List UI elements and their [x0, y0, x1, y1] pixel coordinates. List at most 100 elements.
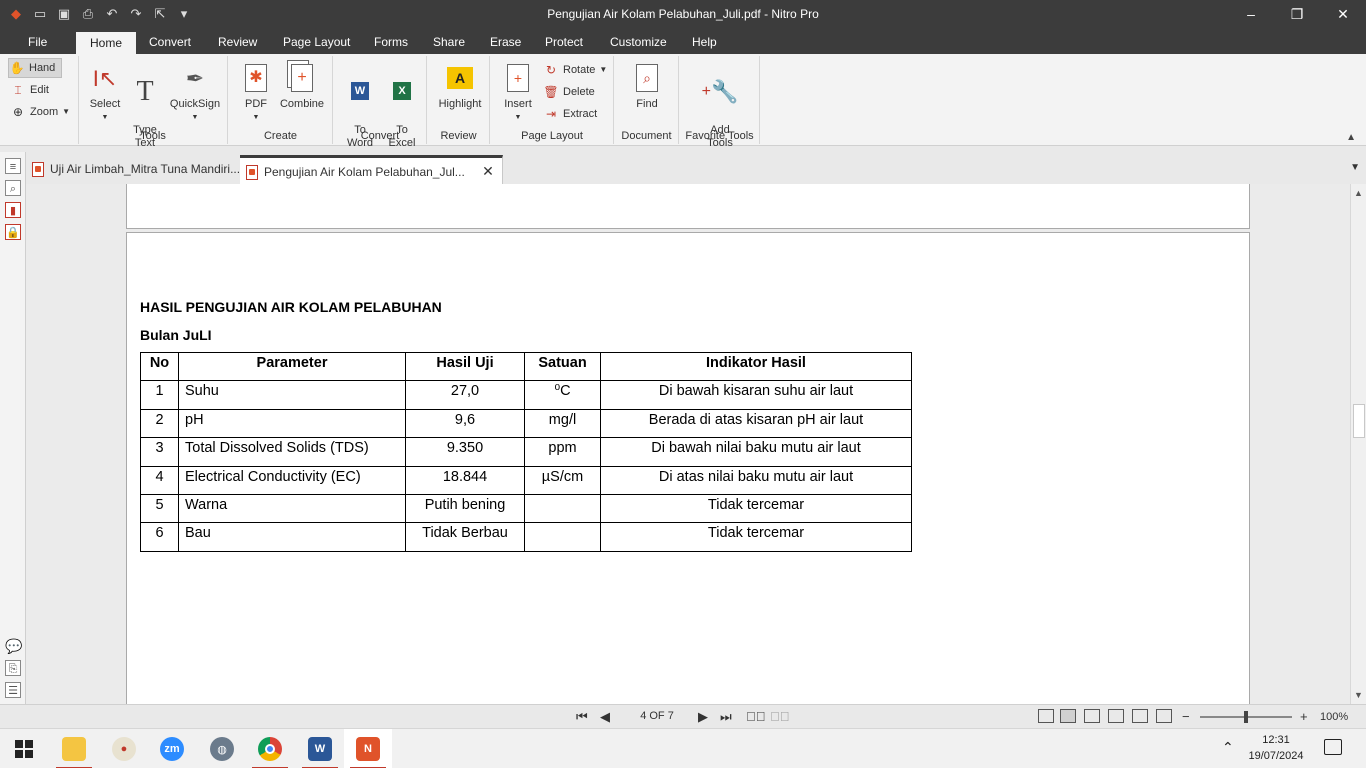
pdf-button[interactable]: ✱ PDF ▼ [237, 62, 275, 124]
tab-convert[interactable]: Convert [139, 30, 201, 54]
delete-button[interactable]: 🗑 Delete [543, 82, 594, 102]
bookmarks-panel-icon[interactable]: ▮ [5, 202, 21, 218]
taskbar-app[interactable]: ◍ [198, 729, 246, 768]
to-excel-button[interactable]: X To Excel [382, 62, 422, 163]
page-layout-group-label: Page Layout [521, 130, 583, 142]
highlight-label: Highlight [438, 98, 482, 110]
cell-hasil-uji: 9,6 [405, 408, 525, 439]
notification-center-icon[interactable] [1324, 739, 1342, 755]
first-page-icon[interactable]: ⏮ [576, 709, 588, 725]
cell-indikator: Di bawah kisaran suhu air laut [600, 380, 912, 410]
rotate-button[interactable]: ↻ Rotate ▼ [543, 60, 607, 80]
doc-tab-label: Pengujian Air Kolam Pelabuhan_Jul... [264, 165, 465, 179]
type-text-icon: T [136, 75, 154, 107]
tab-help[interactable]: Help [682, 30, 727, 54]
security-panel-icon[interactable]: 🔒 [5, 224, 21, 240]
attachments-panel-icon[interactable]: ⎘ [5, 660, 21, 676]
cell-parameter: Electrical Conductivity (EC) [178, 465, 406, 495]
zoom-out-icon[interactable]: − [1182, 709, 1190, 724]
favorite-tools-group: + 🔧 Add Tools Favorite Tools [680, 56, 760, 149]
start-button[interactable] [0, 729, 48, 768]
close-icon[interactable]: ✕ [1320, 0, 1366, 30]
select-button[interactable]: I↖ Select ▼ [85, 62, 125, 124]
insert-button[interactable]: + Insert ▼ [497, 62, 539, 124]
zoom-level[interactable]: 100% [1320, 711, 1348, 723]
restore-icon[interactable]: ❐ [1274, 0, 1320, 30]
fit-width-icon[interactable] [1132, 709, 1148, 723]
tab-share[interactable]: Share [423, 30, 475, 54]
back-view-icon[interactable]: ◀⃝ [746, 709, 766, 724]
document-view[interactable]: HASIL PENGUJIAN AIR KOLAM PELABUHAN Bula… [26, 184, 1350, 704]
tab-customize[interactable]: Customize [600, 30, 677, 54]
doc-tab-label: Uji Air Limbah_Mitra Tuna Mandiri... [50, 162, 241, 176]
hand-button[interactable]: ✋ Hand [8, 58, 62, 78]
tab-protect[interactable]: Protect [535, 30, 593, 54]
taskbar-zoom[interactable]: zm [148, 729, 196, 768]
doc-tab-uji-air-limbah[interactable]: Uji Air Limbah_Mitra Tuna Mandiri... [26, 155, 250, 184]
tab-page-layout[interactable]: Page Layout [273, 30, 360, 54]
zoom-slider-thumb[interactable] [1244, 711, 1248, 723]
highlight-icon: A [444, 62, 476, 94]
vertical-scrollbar[interactable]: ▲ ▼ [1350, 184, 1366, 704]
tab-forms[interactable]: Forms [364, 30, 418, 54]
taskbar-chrome[interactable] [246, 729, 294, 768]
collapse-ribbon-icon[interactable]: ▲ [1346, 132, 1356, 143]
header-hasil-uji: Hasil Uji [405, 351, 525, 382]
taskbar-paint[interactable]: ● [100, 729, 148, 768]
continuous-facing-view-icon[interactable] [1108, 709, 1124, 723]
taskbar-file-explorer[interactable] [50, 729, 98, 768]
show-hidden-icons[interactable]: ⌃ [1222, 739, 1234, 756]
single-page-view-icon[interactable] [1038, 709, 1054, 723]
system-clock[interactable]: 12:31 19/07/2024 [1240, 732, 1312, 764]
pdf-label: PDF [245, 98, 267, 110]
cell-hasil-uji: 9.350 [405, 437, 525, 467]
taskbar-nitro-pro[interactable]: N [344, 729, 392, 768]
windows-logo-icon [15, 740, 33, 758]
chrome-icon [258, 737, 282, 761]
last-page-icon[interactable]: ⏭ [720, 709, 732, 725]
continuous-view-icon[interactable] [1060, 709, 1076, 723]
tab-home[interactable]: Home [76, 32, 137, 54]
tab-file[interactable]: File [18, 30, 57, 54]
results-table: No Parameter Hasil Uji Satuan Indikator … [140, 351, 912, 552]
extract-label: Extract [563, 108, 598, 120]
add-tools-icon: + 🔧 [701, 78, 739, 104]
taskbar-word[interactable]: W [296, 729, 344, 768]
zoom-in-icon[interactable]: + [1300, 709, 1308, 724]
cell-indikator: Tidak tercemar [600, 493, 912, 524]
highlight-button[interactable]: A Highlight [432, 62, 488, 111]
forward-view-icon[interactable]: ▶⃝ [770, 709, 790, 724]
fit-page-icon[interactable] [1156, 709, 1172, 723]
search-panel-icon[interactable]: ⌕ [5, 180, 21, 196]
clock-date: 19/07/2024 [1248, 750, 1304, 762]
tab-review[interactable]: Review [208, 30, 267, 54]
tab-list-dropdown-icon[interactable]: ▼ [1350, 162, 1360, 173]
tab-erase[interactable]: Erase [480, 30, 531, 54]
to-word-button[interactable]: W To Word [340, 62, 380, 163]
page-indicator[interactable]: 4 OF 7 [626, 710, 688, 722]
table-row: 4 Electrical Conductivity (EC) 18.844 µS… [140, 465, 912, 495]
quicksign-button[interactable]: ✒ QuickSign ▼ [167, 62, 223, 124]
type-text-button[interactable]: T Type Text [127, 62, 163, 163]
insert-label: Insert [504, 98, 532, 110]
scrollbar-thumb[interactable] [1353, 404, 1365, 438]
facing-view-icon[interactable] [1084, 709, 1100, 723]
extract-button[interactable]: ⇥ Extract [543, 104, 597, 124]
pdf-create-icon: ✱ [240, 62, 272, 94]
minimize-icon[interactable]: – [1228, 0, 1274, 30]
edit-button[interactable]: ⌶ Edit [10, 80, 49, 100]
add-tools-button[interactable]: + 🔧 Add Tools [698, 62, 742, 163]
scroll-up-icon[interactable]: ▲ [1354, 188, 1363, 198]
cell-satuan [524, 522, 601, 552]
find-button[interactable]: ⌕ Find [627, 62, 667, 111]
next-page-icon[interactable]: ▶ [698, 709, 708, 725]
output-panel-icon[interactable]: ☰ [5, 682, 21, 698]
comments-panel-icon[interactable]: 💬 [5, 638, 22, 654]
close-tab-icon[interactable]: ✕ [482, 163, 494, 179]
pages-panel-icon[interactable]: ≡ [5, 158, 21, 174]
zoom-button[interactable]: ⊕ Zoom ▼ [10, 102, 70, 122]
scroll-down-icon[interactable]: ▼ [1354, 690, 1363, 700]
previous-page-icon[interactable]: ◀ [600, 709, 610, 725]
combine-button[interactable]: + Combine [277, 62, 327, 111]
doc-tab-pengujian-air-kolam[interactable]: Pengujian Air Kolam Pelabuhan_Jul... ✕ [240, 155, 503, 184]
